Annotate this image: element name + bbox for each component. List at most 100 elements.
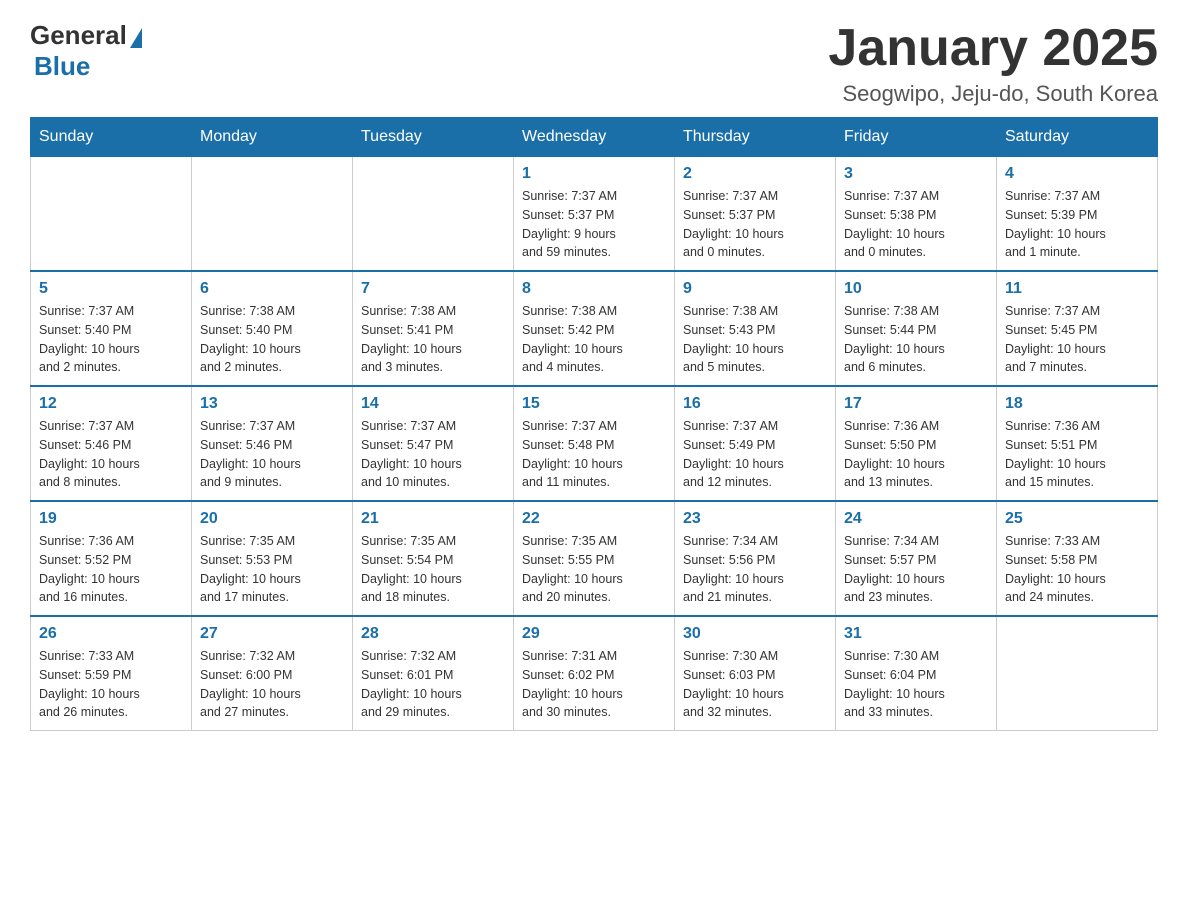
day-of-week-saturday: Saturday — [997, 118, 1158, 157]
logo-triangle-icon — [130, 28, 142, 48]
calendar-cell: 29 Sunrise: 7:31 AM Sunset: 6:02 PM Dayli… — [514, 616, 675, 731]
calendar-cell: 6 Sunrise: 7:38 AM Sunset: 5:40 PM Daylig… — [192, 271, 353, 386]
calendar-cell: 14Sunrise: 7:37 AM Sunset: 5:47 PM Dayli… — [353, 386, 514, 501]
day-info: Sunrise: 7:37 AM Sunset: 5:37 PM Dayligh… — [683, 187, 827, 262]
day-number: 2 — [683, 165, 827, 183]
day-number: 3 — [844, 165, 988, 183]
day-of-week-wednesday: Wednesday — [514, 118, 675, 157]
day-of-week-thursday: Thursday — [675, 118, 836, 157]
calendar-cell: 18 Sunrise: 7:36 AM Sunset: 5:51 PM Dayli… — [997, 386, 1158, 501]
calendar-cell: 12 Sunrise: 7:37 AM Sunset: 5:46 PM Dayli… — [31, 386, 192, 501]
day-number: 13 — [200, 395, 344, 413]
calendar-title: January 2025 — [828, 20, 1158, 77]
day-number: 9 — [683, 280, 827, 298]
calendar-cell: 15 Sunrise: 7:37 AM Sunset: 5:48 PM Dayli… — [514, 386, 675, 501]
day-number: 1 — [522, 165, 666, 183]
calendar-cell: 4 Sunrise: 7:37 AM Sunset: 5:39 PM Daylig… — [997, 157, 1158, 272]
day-number: 31 — [844, 625, 988, 643]
day-number: 7 — [361, 280, 505, 298]
calendar-cell: 11Sunrise: 7:37 AM Sunset: 5:45 PM Dayli… — [997, 271, 1158, 386]
calendar-cell — [31, 157, 192, 272]
day-number: 20 — [200, 510, 344, 528]
day-info: Sunrise: 7:33 AM Sunset: 5:58 PM Dayligh… — [1005, 532, 1149, 607]
day-info: Sunrise: 7:37 AM Sunset: 5:47 PM Dayligh… — [361, 417, 505, 492]
calendar-cell: 24 Sunrise: 7:34 AM Sunset: 5:57 PM Dayli… — [836, 501, 997, 616]
day-number: 15 — [522, 395, 666, 413]
calendar-cell: 25Sunrise: 7:33 AM Sunset: 5:58 PM Dayli… — [997, 501, 1158, 616]
day-info: Sunrise: 7:38 AM Sunset: 5:44 PM Dayligh… — [844, 302, 988, 377]
week-row-5: 26Sunrise: 7:33 AM Sunset: 5:59 PM Dayli… — [31, 616, 1158, 731]
calendar-cell: 28 Sunrise: 7:32 AM Sunset: 6:01 PM Dayli… — [353, 616, 514, 731]
calendar-cell: 20Sunrise: 7:35 AM Sunset: 5:53 PM Dayli… — [192, 501, 353, 616]
calendar-cell: 7Sunrise: 7:38 AM Sunset: 5:41 PM Daylig… — [353, 271, 514, 386]
day-info: Sunrise: 7:38 AM Sunset: 5:42 PM Dayligh… — [522, 302, 666, 377]
day-number: 19 — [39, 510, 183, 528]
day-number: 6 — [200, 280, 344, 298]
day-info: Sunrise: 7:36 AM Sunset: 5:50 PM Dayligh… — [844, 417, 988, 492]
day-info: Sunrise: 7:38 AM Sunset: 5:40 PM Dayligh… — [200, 302, 344, 377]
day-info: Sunrise: 7:37 AM Sunset: 5:37 PM Dayligh… — [522, 187, 666, 262]
day-of-week-tuesday: Tuesday — [353, 118, 514, 157]
day-info: Sunrise: 7:37 AM Sunset: 5:38 PM Dayligh… — [844, 187, 988, 262]
day-info: Sunrise: 7:38 AM Sunset: 5:43 PM Dayligh… — [683, 302, 827, 377]
week-row-2: 5Sunrise: 7:37 AM Sunset: 5:40 PM Daylig… — [31, 271, 1158, 386]
day-info: Sunrise: 7:37 AM Sunset: 5:48 PM Dayligh… — [522, 417, 666, 492]
day-info: Sunrise: 7:34 AM Sunset: 5:57 PM Dayligh… — [844, 532, 988, 607]
calendar-cell: 19 Sunrise: 7:36 AM Sunset: 5:52 PM Dayli… — [31, 501, 192, 616]
day-info: Sunrise: 7:32 AM Sunset: 6:00 PM Dayligh… — [200, 647, 344, 722]
day-info: Sunrise: 7:35 AM Sunset: 5:55 PM Dayligh… — [522, 532, 666, 607]
days-header-row: SundayMondayTuesdayWednesdayThursdayFrid… — [31, 118, 1158, 157]
calendar-cell: 22 Sunrise: 7:35 AM Sunset: 5:55 PM Dayli… — [514, 501, 675, 616]
day-number: 24 — [844, 510, 988, 528]
week-row-1: 1 Sunrise: 7:37 AM Sunset: 5:37 PM Daylig… — [31, 157, 1158, 272]
day-of-week-monday: Monday — [192, 118, 353, 157]
logo: General Blue — [30, 20, 145, 82]
day-info: Sunrise: 7:30 AM Sunset: 6:04 PM Dayligh… — [844, 647, 988, 722]
calendar-cell: 16Sunrise: 7:37 AM Sunset: 5:49 PM Dayli… — [675, 386, 836, 501]
calendar-cell — [353, 157, 514, 272]
calendar-cell: 3 Sunrise: 7:37 AM Sunset: 5:38 PM Daylig… — [836, 157, 997, 272]
day-info: Sunrise: 7:37 AM Sunset: 5:39 PM Dayligh… — [1005, 187, 1149, 262]
day-info: Sunrise: 7:37 AM Sunset: 5:45 PM Dayligh… — [1005, 302, 1149, 377]
day-number: 21 — [361, 510, 505, 528]
day-info: Sunrise: 7:36 AM Sunset: 5:51 PM Dayligh… — [1005, 417, 1149, 492]
day-number: 27 — [200, 625, 344, 643]
calendar-cell: 10 Sunrise: 7:38 AM Sunset: 5:44 PM Dayli… — [836, 271, 997, 386]
calendar-cell — [192, 157, 353, 272]
day-info: Sunrise: 7:30 AM Sunset: 6:03 PM Dayligh… — [683, 647, 827, 722]
calendar-cell: 27 Sunrise: 7:32 AM Sunset: 6:00 PM Dayli… — [192, 616, 353, 731]
day-number: 18 — [1005, 395, 1149, 413]
day-info: Sunrise: 7:37 AM Sunset: 5:49 PM Dayligh… — [683, 417, 827, 492]
title-section: January 2025 Seogwipo, Jeju-do, South Ko… — [828, 20, 1158, 107]
calendar-cell: 5Sunrise: 7:37 AM Sunset: 5:40 PM Daylig… — [31, 271, 192, 386]
calendar-cell: 9 Sunrise: 7:38 AM Sunset: 5:43 PM Daylig… — [675, 271, 836, 386]
day-number: 17 — [844, 395, 988, 413]
page-header: General Blue January 2025 Seogwipo, Jeju… — [30, 20, 1158, 107]
day-number: 8 — [522, 280, 666, 298]
calendar-cell: 13Sunrise: 7:37 AM Sunset: 5:46 PM Dayli… — [192, 386, 353, 501]
day-info: Sunrise: 7:36 AM Sunset: 5:52 PM Dayligh… — [39, 532, 183, 607]
day-info: Sunrise: 7:35 AM Sunset: 5:54 PM Dayligh… — [361, 532, 505, 607]
day-number: 28 — [361, 625, 505, 643]
calendar-table: SundayMondayTuesdayWednesdayThursdayFrid… — [30, 117, 1158, 731]
day-info: Sunrise: 7:37 AM Sunset: 5:46 PM Dayligh… — [39, 417, 183, 492]
day-number: 12 — [39, 395, 183, 413]
day-number: 4 — [1005, 165, 1149, 183]
day-info: Sunrise: 7:34 AM Sunset: 5:56 PM Dayligh… — [683, 532, 827, 607]
calendar-cell: 30Sunrise: 7:30 AM Sunset: 6:03 PM Dayli… — [675, 616, 836, 731]
calendar-subtitle: Seogwipo, Jeju-do, South Korea — [828, 81, 1158, 107]
day-of-week-friday: Friday — [836, 118, 997, 157]
day-info: Sunrise: 7:32 AM Sunset: 6:01 PM Dayligh… — [361, 647, 505, 722]
day-number: 22 — [522, 510, 666, 528]
day-of-week-sunday: Sunday — [31, 118, 192, 157]
day-info: Sunrise: 7:37 AM Sunset: 5:40 PM Dayligh… — [39, 302, 183, 377]
calendar-cell: 21 Sunrise: 7:35 AM Sunset: 5:54 PM Dayli… — [353, 501, 514, 616]
calendar-cell: 8 Sunrise: 7:38 AM Sunset: 5:42 PM Daylig… — [514, 271, 675, 386]
week-row-4: 19 Sunrise: 7:36 AM Sunset: 5:52 PM Dayli… — [31, 501, 1158, 616]
day-number: 10 — [844, 280, 988, 298]
day-info: Sunrise: 7:31 AM Sunset: 6:02 PM Dayligh… — [522, 647, 666, 722]
calendar-cell — [997, 616, 1158, 731]
day-number: 29 — [522, 625, 666, 643]
logo-general-text: General — [30, 20, 127, 51]
day-number: 23 — [683, 510, 827, 528]
